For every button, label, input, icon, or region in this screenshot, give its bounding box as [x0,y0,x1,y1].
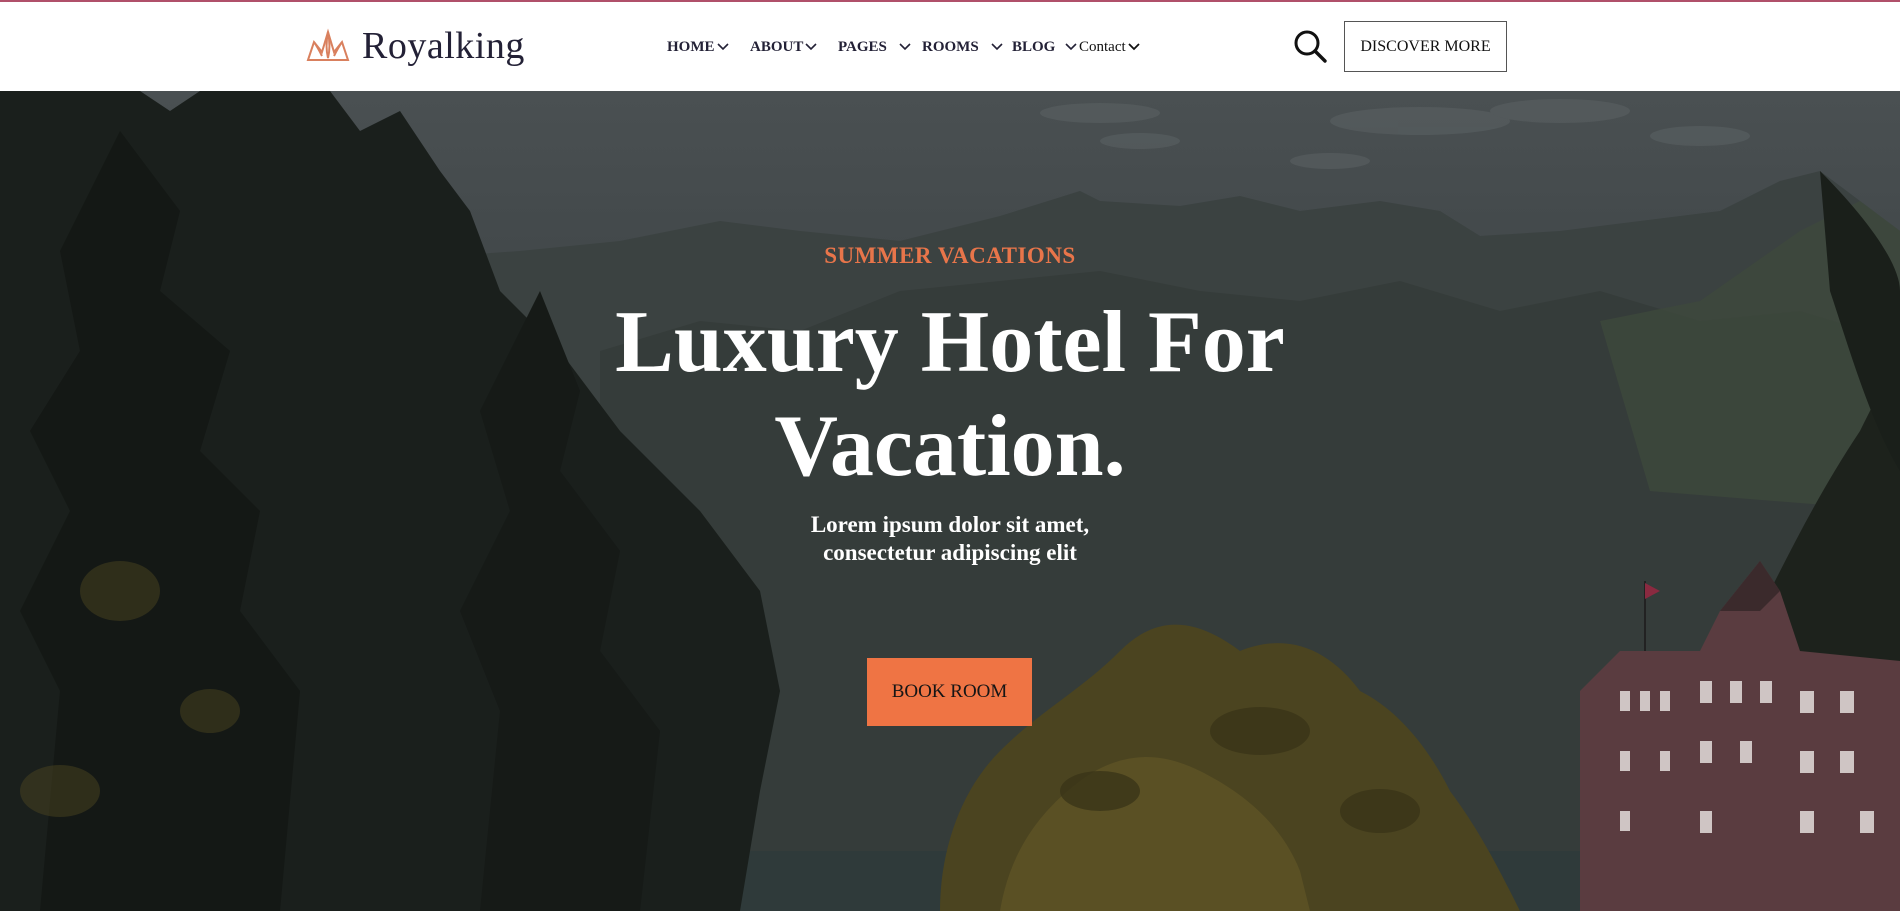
book-room-button[interactable]: BOOK ROOM [867,658,1032,726]
nav-item-label: PAGES [838,38,887,55]
chevron-down-icon [716,43,729,51]
nav-item-blog[interactable]: BLOG [1012,30,1077,64]
chevron-down-icon [805,43,817,51]
nav-item-label: HOME [667,38,715,55]
discover-more-button[interactable]: DISCOVER MORE [1344,21,1507,72]
nav-item-label: Contact [1079,38,1126,55]
hero-section: SUMMER VACATIONS Luxury Hotel For Vacati… [0,91,1900,911]
hero-title-line: Vacation. [774,398,1126,495]
nav-item-label: ROOMS [922,38,979,55]
hero-background-image [0,91,1900,911]
nav-item-pages[interactable]: PAGES [838,30,911,64]
chevron-down-icon [899,43,911,51]
site-header: Royalking HOME ABOUT PAGES ROOMS BLOG Co… [0,2,1900,91]
logo[interactable]: Royalking [304,22,525,70]
search-icon[interactable] [1292,28,1328,64]
chevron-down-icon [1065,43,1077,51]
nav-item-rooms[interactable]: ROOMS [922,30,1003,64]
chevron-down-icon [1128,43,1140,51]
hero-subtitle-line: consectetur adipiscing elit [823,540,1077,565]
nav-item-label: ABOUT [750,38,804,55]
nav-item-about[interactable]: ABOUT [750,30,817,64]
brand-name: Royalking [362,25,525,67]
chevron-down-icon [991,43,1003,51]
nav-item-contact[interactable]: Contact [1079,30,1140,64]
hero-eyebrow: SUMMER VACATIONS [824,243,1076,268]
hero-subtitle: Lorem ipsum dolor sit amet, consectetur … [750,511,1150,567]
nav-item-label: BLOG [1012,38,1056,55]
hero-title-line: Luxury Hotel For [615,294,1285,391]
hero-title: Luxury Hotel For Vacation. [600,291,1300,499]
nav-item-home[interactable]: HOME [667,30,729,64]
crown-icon [306,28,350,61]
hero-subtitle-line: Lorem ipsum dolor sit amet, [810,512,1090,537]
